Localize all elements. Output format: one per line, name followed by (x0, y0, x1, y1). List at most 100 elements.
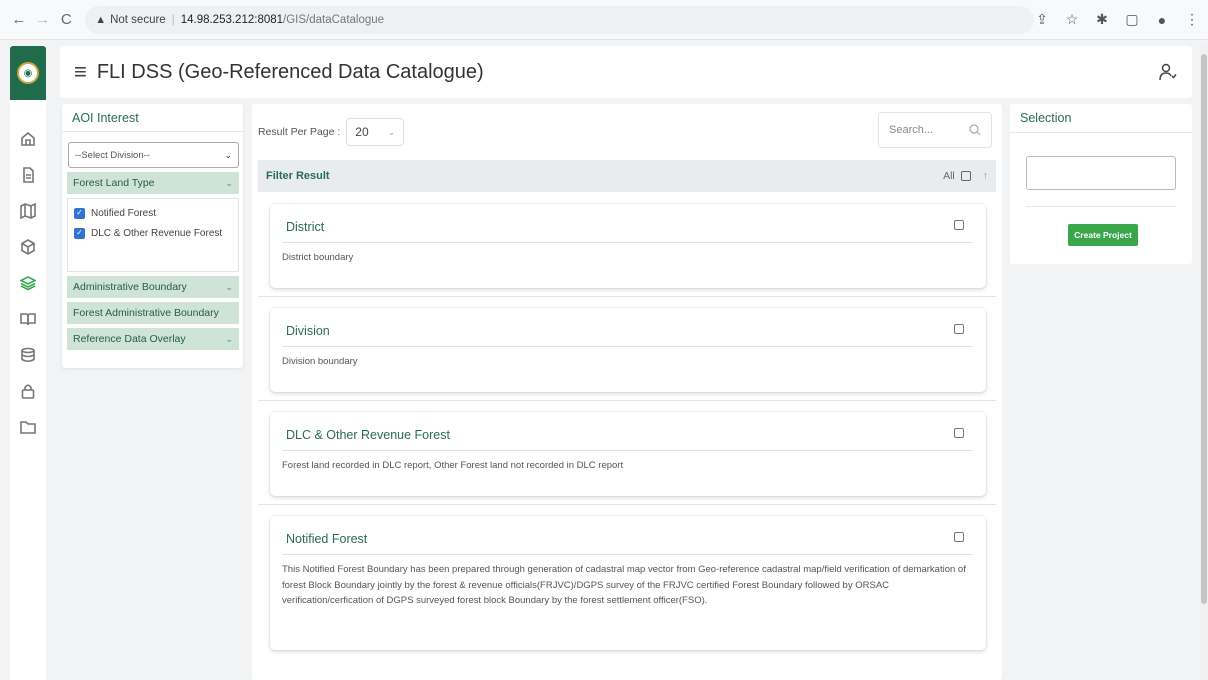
card-description: District boundary (282, 252, 354, 263)
card-checkbox[interactable] (954, 428, 964, 438)
result-card-notified-forest[interactable]: Notified Forest This Notified Forest Bou… (270, 516, 986, 650)
sort-arrow-icon[interactable]: ↑ (983, 170, 988, 182)
user-settings-icon[interactable] (1158, 62, 1178, 82)
menu-dots-icon[interactable]: ⋮ (1184, 11, 1200, 28)
accordion-label: Reference Data Overlay (73, 333, 186, 345)
home-icon[interactable] (17, 128, 39, 150)
results-list: District District boundary Division Divi… (258, 192, 996, 662)
division-select[interactable]: --Select Division-- ⌄ (68, 142, 239, 168)
app-header: ≡ FLI DSS (Geo-Referenced Data Catalogue… (60, 46, 1192, 98)
filter-title: Filter Result (266, 170, 330, 182)
card-description: This Notified Forest Boundary has been p… (282, 564, 966, 607)
per-page-value: 20 (355, 125, 369, 139)
card-divider (282, 450, 972, 451)
result-panel: Result Per Page : 20 ⌄ Search... Filter … (252, 104, 1002, 680)
forest-type-list: ✓ Notified Forest ✓ DLC & Other Revenue … (67, 198, 239, 272)
select-all-label: All (943, 170, 955, 182)
checkbox-label: Notified Forest (91, 208, 157, 219)
book-icon[interactable] (17, 308, 39, 330)
extensions-icon[interactable]: ✱ (1094, 11, 1110, 28)
accordion-administrative-boundary[interactable]: Administrative Boundary ⌄ (67, 276, 239, 298)
browser-actions: ⇪ ☆ ✱ ▢ ● ⋮ (1034, 11, 1200, 28)
card-description: Division boundary (282, 356, 358, 367)
database-icon[interactable] (17, 344, 39, 366)
document-icon[interactable] (17, 164, 39, 186)
hamburger-menu-icon[interactable]: ≡ (74, 61, 87, 83)
forward-icon[interactable]: → (32, 9, 54, 31)
checkbox-notified-forest[interactable]: ✓ Notified Forest (74, 207, 232, 221)
filter-bar: Filter Result All ↑ (258, 160, 996, 192)
search-placeholder: Search... (889, 124, 934, 136)
checkbox-checked-icon[interactable]: ✓ (74, 227, 85, 239)
checkbox-dlc-forest[interactable]: ✓ DLC & Other Revenue Forest (74, 227, 232, 241)
search-input[interactable]: Search... (878, 112, 992, 148)
profile-icon[interactable]: ● (1154, 12, 1170, 28)
accordion-forest-land-type[interactable]: Forest Land Type ⌄ (67, 172, 239, 194)
star-icon[interactable]: ☆ (1064, 11, 1080, 28)
card-title: District (286, 220, 325, 234)
selection-input[interactable] (1026, 156, 1176, 190)
accordion-label: Forest Land Type (73, 177, 155, 189)
card-description: Forest land recorded in DLC report, Othe… (282, 460, 624, 471)
card-checkbox[interactable] (954, 220, 964, 230)
select-all-checkbox[interactable] (960, 171, 971, 181)
divider (258, 296, 996, 297)
selection-title: Selection (1010, 104, 1192, 133)
address-bar[interactable]: ▲ Not secure | 14.98.253.212:8081 /GIS/d… (85, 5, 1034, 34)
create-project-button[interactable]: Create Project (1068, 224, 1138, 246)
side-nav (10, 100, 46, 438)
chevron-down-icon: ⌄ (225, 333, 233, 344)
chevron-down-icon: ⌄ (387, 126, 396, 137)
division-select-value: --Select Division-- (75, 149, 150, 161)
divider (258, 400, 996, 401)
divider (258, 504, 996, 505)
card-divider (282, 346, 972, 347)
scrollbar-thumb[interactable] (1201, 54, 1207, 604)
selection-panel: Selection Create Project (1010, 104, 1192, 264)
checkbox-label: DLC & Other Revenue Forest (91, 227, 223, 239)
card-title: Division (286, 324, 330, 338)
back-icon[interactable]: ← (8, 9, 30, 31)
url-separator: | (171, 13, 175, 26)
accordion-label: Administrative Boundary (73, 281, 187, 293)
sidepanel-icon[interactable]: ▢ (1124, 11, 1140, 28)
result-card-dlc-forest[interactable]: DLC & Other Revenue Forest Forest land r… (270, 412, 986, 496)
map-icon[interactable] (17, 200, 39, 222)
checkbox-checked-icon[interactable]: ✓ (74, 208, 85, 219)
layers-icon[interactable] (17, 272, 39, 294)
folder-icon[interactable] (17, 416, 39, 438)
browser-toolbar: ← → C ▲ Not secure | 14.98.253.212:8081 … (0, 0, 1208, 40)
result-card-district[interactable]: District District boundary (270, 204, 986, 288)
page-scrollbar[interactable] (1200, 46, 1208, 680)
aoi-title: AOI Interest (62, 104, 243, 132)
left-sidebar: ◉ (10, 46, 46, 680)
warning-icon: ▲ (95, 13, 107, 26)
search-icon[interactable] (969, 124, 981, 136)
chevron-down-icon: ⌄ (224, 149, 232, 160)
logo: ◉ (10, 46, 46, 100)
per-page-select[interactable]: 20 ⌄ (346, 118, 405, 146)
card-divider (282, 554, 972, 555)
filter-controls: All ↑ (943, 170, 988, 182)
emblem-icon: ◉ (17, 62, 39, 84)
result-card-division[interactable]: Division Division boundary (270, 308, 986, 392)
card-checkbox[interactable] (954, 532, 964, 542)
url-path: /GIS/dataCatalogue (283, 13, 385, 26)
results-per-page: Result Per Page : 20 ⌄ (258, 118, 405, 146)
cube-icon[interactable] (17, 236, 39, 258)
accordion-reference-data-overlay[interactable]: Reference Data Overlay ⌄ (67, 328, 239, 350)
divider (1026, 206, 1176, 207)
url-host: 14.98.253.212:8081 (180, 13, 284, 26)
page-title: FLI DSS (Geo-Referenced Data Catalogue) (96, 60, 484, 83)
reload-icon[interactable]: C (55, 9, 77, 31)
accordion-forest-administrative-boundary[interactable]: Forest Administrative Boundary (67, 302, 239, 324)
card-title: DLC & Other Revenue Forest (286, 428, 450, 442)
accordion-label: Forest Administrative Boundary (73, 307, 219, 319)
lock-icon[interactable] (17, 380, 39, 402)
card-checkbox[interactable] (954, 324, 964, 334)
aoi-panel: AOI Interest --Select Division-- ⌄ Fores… (62, 104, 243, 368)
card-divider (282, 242, 972, 243)
share-icon[interactable]: ⇪ (1034, 11, 1050, 28)
card-title: Notified Forest (286, 532, 368, 546)
chevron-down-icon: ⌄ (225, 177, 233, 188)
